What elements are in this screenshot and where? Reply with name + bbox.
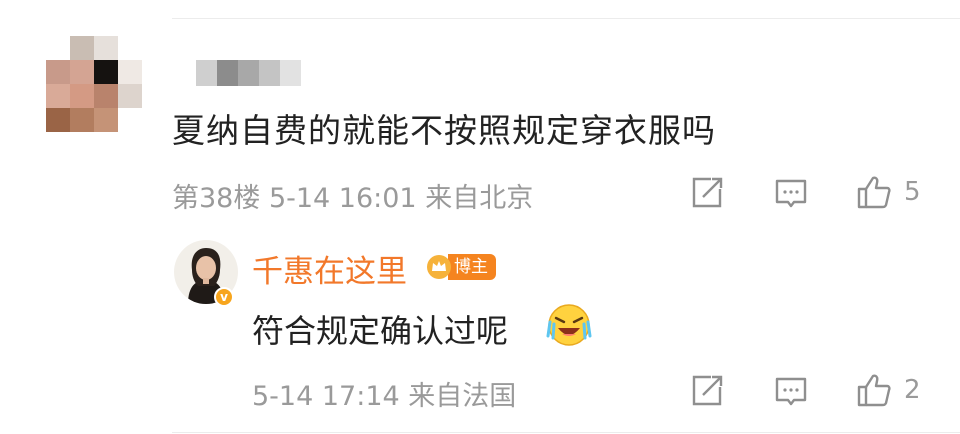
comment-icon	[775, 377, 807, 406]
like-icon	[857, 374, 891, 407]
reply-comment-button[interactable]	[774, 376, 808, 410]
comment-text: 夏纳自费的就能不按照规定穿衣服吗	[172, 111, 716, 150]
commenter-name-blurred[interactable]	[196, 60, 301, 86]
like-icon	[857, 176, 891, 209]
like-button[interactable]: 5	[856, 174, 921, 210]
comment-button[interactable]	[774, 178, 808, 212]
verified-icon: v	[214, 287, 234, 307]
reply-meta: 5-14 17:14 来自法国	[252, 381, 517, 412]
comment-icon	[775, 179, 807, 208]
reply-share-button[interactable]	[690, 374, 724, 408]
share-icon	[692, 375, 723, 406]
owner-badge-label: 博主	[448, 254, 496, 280]
share-button[interactable]	[690, 176, 724, 210]
laughing-emoji-icon	[546, 302, 592, 348]
owner-badge: 博主	[426, 252, 496, 282]
commenter-avatar[interactable]	[46, 36, 146, 136]
share-icon	[692, 177, 723, 208]
reply-like-count: 2	[904, 375, 921, 405]
crown-icon	[426, 254, 452, 280]
reply-author-name[interactable]: 千惠在这里	[252, 246, 407, 291]
top-divider	[172, 18, 960, 19]
reply-like-button[interactable]: 2	[856, 372, 921, 408]
bottom-divider	[172, 432, 960, 433]
like-count: 5	[904, 177, 921, 207]
comment-meta: 第38楼 5-14 16:01 来自北京	[172, 183, 534, 214]
reply-text: 符合规定确认过呢	[252, 312, 509, 350]
